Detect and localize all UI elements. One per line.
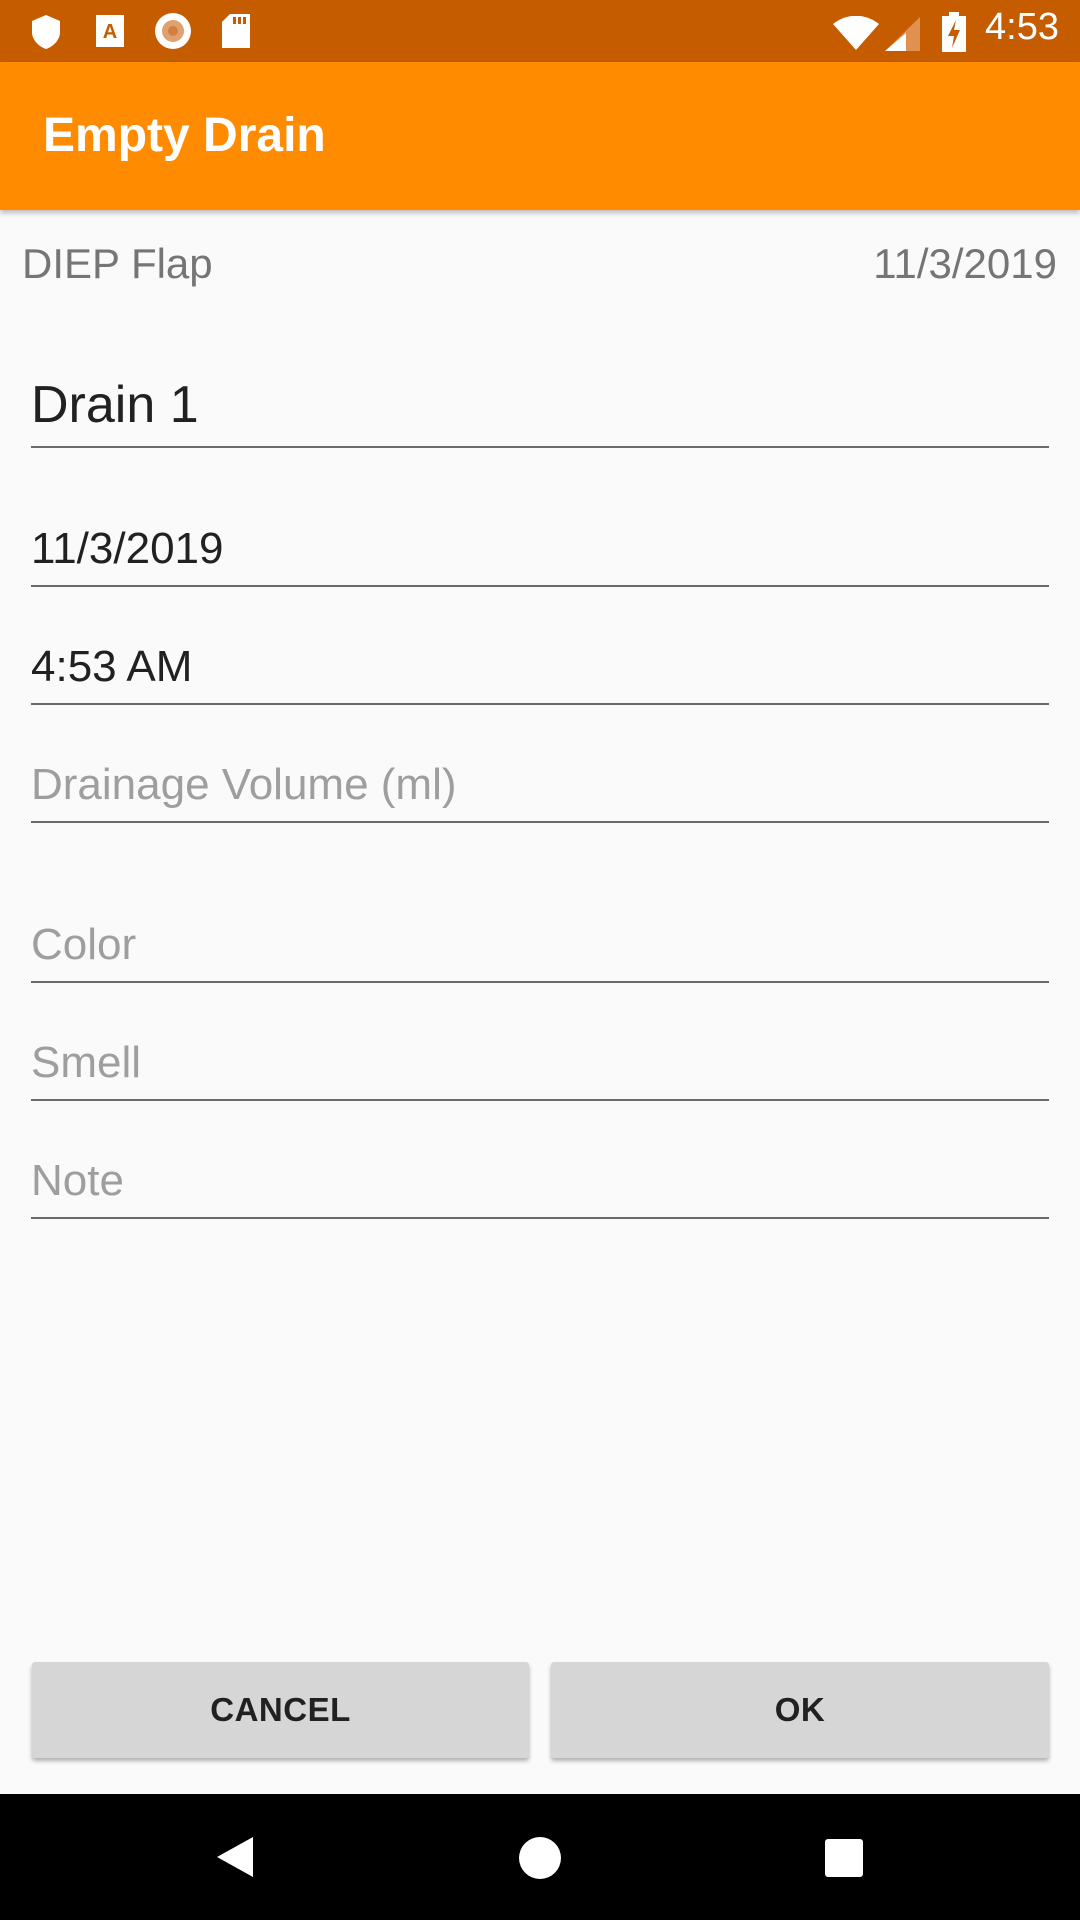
cancel-button[interactable]: CANCEL <box>32 1662 529 1758</box>
home-icon[interactable] <box>518 1836 562 1880</box>
svg-text:A: A <box>103 21 117 43</box>
recents-icon[interactable] <box>824 1838 864 1878</box>
app-bar: Empty Drain <box>0 62 1080 210</box>
wifi-icon <box>833 16 879 50</box>
back-icon[interactable] <box>215 1835 255 1879</box>
record-icon <box>155 13 191 49</box>
drain-name-field[interactable]: Drain 1 <box>31 370 1049 448</box>
header-date: 11/3/2019 <box>873 240 1057 287</box>
app-a-icon: A <box>96 15 124 47</box>
page-title: Empty Drain <box>43 109 326 162</box>
sd-card-icon <box>222 14 250 48</box>
procedure-label: DIEP Flap <box>22 240 213 287</box>
status-time: 4:53 <box>985 6 1059 48</box>
drainage-volume-input[interactable]: Drainage Volume (ml) <box>31 756 1049 823</box>
navigation-bar <box>0 1794 1080 1920</box>
status-bar: A 4:53 <box>0 0 1080 62</box>
signal-icon <box>885 17 920 51</box>
shield-icon <box>32 15 60 49</box>
smell-input[interactable]: Smell <box>31 1034 1049 1101</box>
battery-charging-icon <box>942 12 966 52</box>
ok-button[interactable]: OK <box>551 1662 1049 1758</box>
date-field[interactable]: 11/3/2019 <box>31 520 1049 587</box>
time-field[interactable]: 4:53 AM <box>31 638 1049 705</box>
color-input[interactable]: Color <box>31 916 1049 983</box>
note-input[interactable]: Note <box>31 1152 1049 1219</box>
